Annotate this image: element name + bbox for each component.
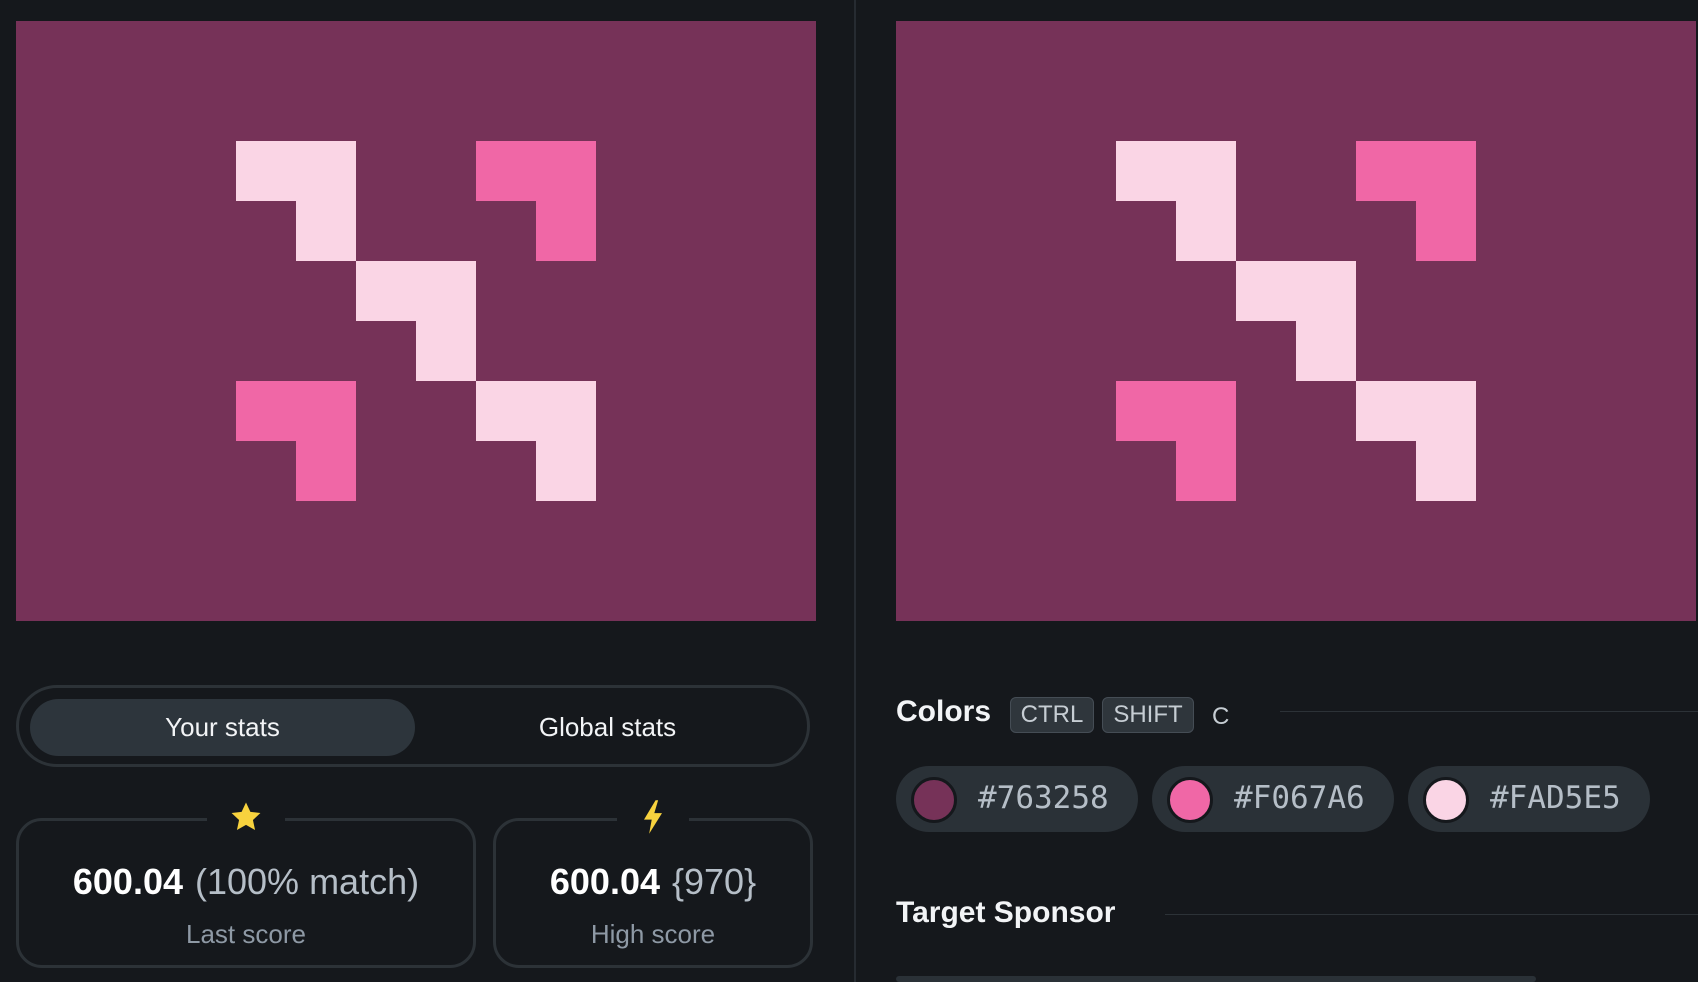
last-score-value: 600.04 (100% match) bbox=[19, 861, 473, 903]
last-score-label: Last score bbox=[186, 919, 306, 949]
match-percent: (100% match) bbox=[195, 861, 420, 902]
pink-block bbox=[296, 381, 356, 501]
light-block bbox=[416, 261, 476, 381]
color-hex: #FAD5E5 bbox=[1490, 780, 1621, 816]
pink-block bbox=[1416, 141, 1476, 261]
panel-divider bbox=[854, 0, 856, 982]
stats-toggle: Your stats Global stats bbox=[16, 685, 810, 767]
color-dot bbox=[1423, 777, 1469, 823]
shortcut-key-shift: SHIFT bbox=[1102, 697, 1194, 733]
color-hex: #F067A6 bbox=[1234, 780, 1365, 816]
pink-block bbox=[1176, 381, 1236, 501]
last-score-card: 600.04 (100% match) Last score bbox=[16, 795, 476, 968]
section-divider bbox=[1165, 914, 1698, 915]
lightning-icon bbox=[617, 795, 689, 839]
high-score-number: 600.04 bbox=[549, 861, 660, 902]
light-block bbox=[1416, 381, 1476, 501]
light-block bbox=[1176, 141, 1236, 261]
high-score-value: 600.04 {970} bbox=[496, 861, 810, 903]
color-dot bbox=[911, 777, 957, 823]
sponsor-panel-edge bbox=[896, 976, 1536, 982]
shortcut-key-c: C bbox=[1212, 703, 1230, 730]
high-score-label: High score bbox=[590, 919, 716, 949]
light-block bbox=[536, 381, 596, 501]
tab-your-stats[interactable]: Your stats bbox=[30, 699, 415, 756]
shortcut-key-ctrl: CTRL bbox=[1010, 697, 1094, 733]
light-block bbox=[1296, 261, 1356, 381]
color-swatch[interactable]: #FAD5E5 bbox=[1408, 766, 1650, 832]
pink-block bbox=[536, 141, 596, 261]
color-swatch[interactable]: #763258 bbox=[896, 766, 1138, 832]
colors-heading: Colors bbox=[896, 695, 992, 728]
light-block bbox=[296, 141, 356, 261]
color-swatch[interactable]: #F067A6 bbox=[1152, 766, 1394, 832]
color-hex: #763258 bbox=[978, 780, 1109, 816]
star-icon bbox=[207, 795, 285, 839]
section-divider bbox=[1280, 711, 1698, 712]
high-score-card: 600.04 {970} High score bbox=[493, 795, 813, 968]
attempts-count: {970} bbox=[671, 861, 757, 902]
last-score-number: 600.04 bbox=[72, 861, 183, 902]
target-sponsor-heading: Target Sponsor bbox=[896, 896, 1116, 929]
color-dot bbox=[1167, 777, 1213, 823]
tab-global-stats[interactable]: Global stats bbox=[415, 699, 800, 756]
output-canvas[interactable] bbox=[16, 21, 816, 621]
target-image bbox=[896, 21, 1696, 621]
